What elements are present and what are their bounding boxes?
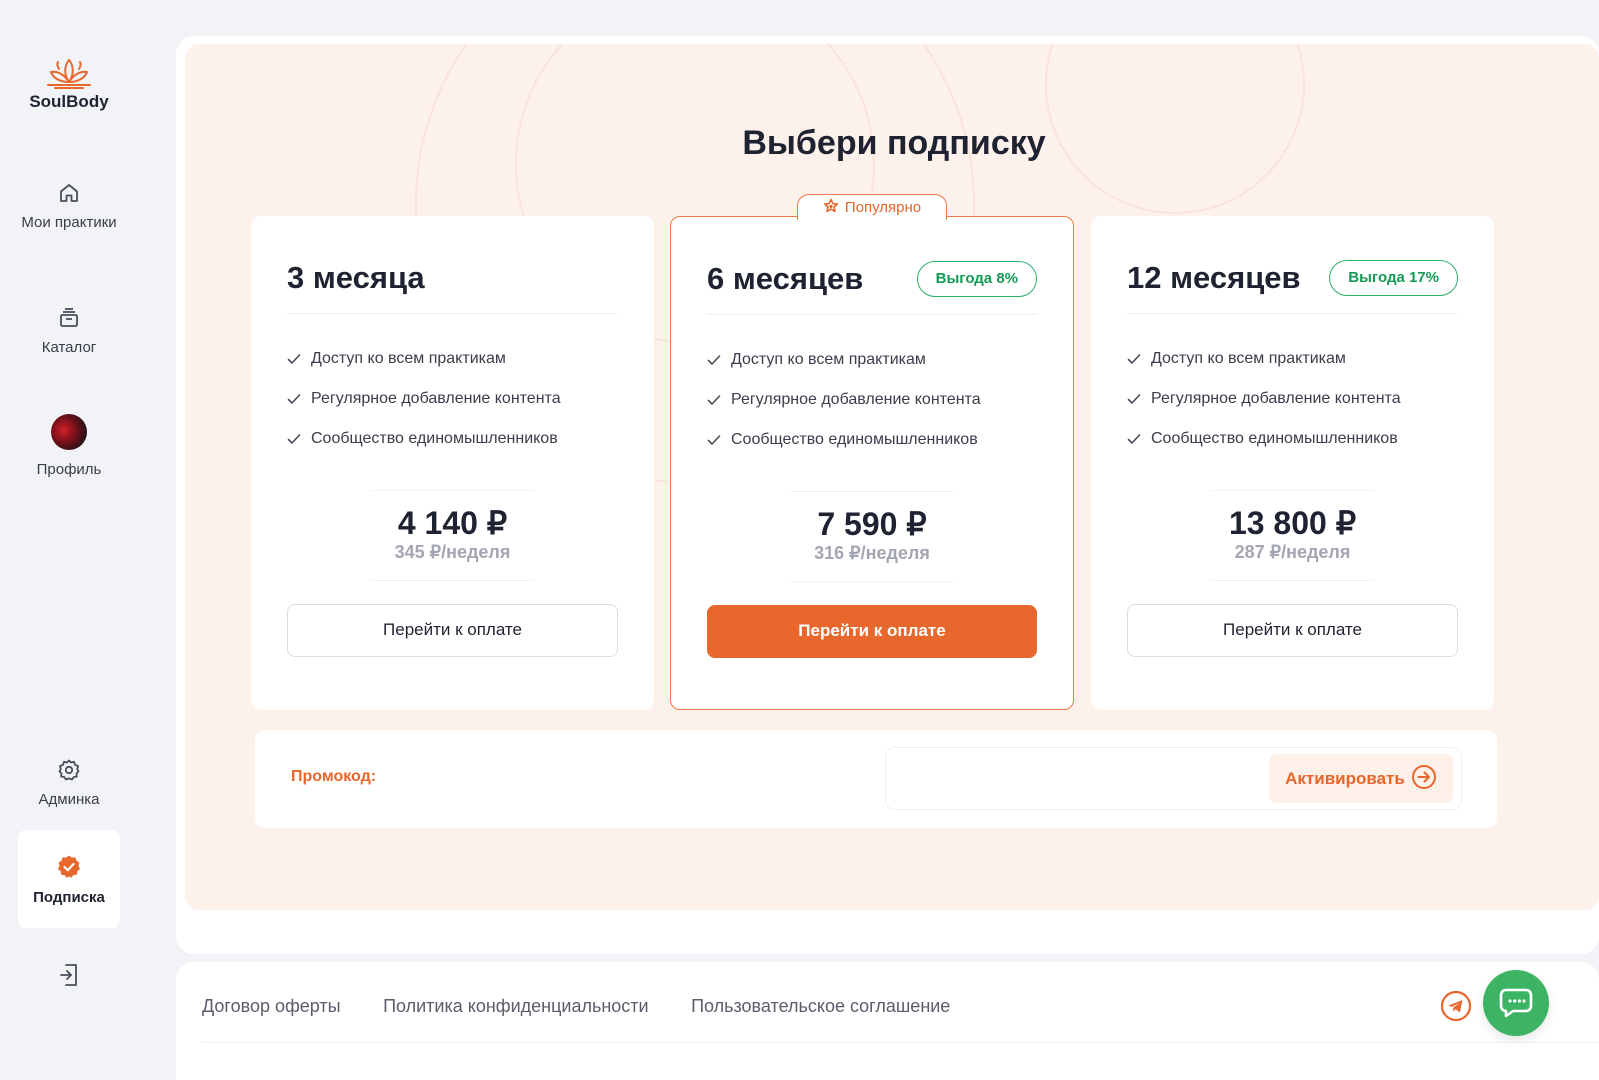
chat-icon [1499, 988, 1533, 1018]
sidebar-item-catalog[interactable]: Каталог [18, 306, 120, 357]
sidebar-item-label: Подписка [33, 889, 105, 906]
lotus-icon [47, 59, 91, 89]
footer-link-privacy[interactable]: Политика конфиденциальности [383, 996, 649, 1016]
divider [202, 1042, 1599, 1043]
feature-item: Сообщество единомышленников [707, 430, 981, 470]
page-title: Выбери подписку [742, 124, 1046, 162]
pay-button[interactable]: Перейти к оплате [287, 604, 618, 657]
pay-button[interactable]: Перейти к оплате [1127, 604, 1458, 657]
divider [1211, 490, 1374, 491]
promo-code-field: Активировать [885, 747, 1462, 810]
check-icon [287, 434, 301, 444]
plan-price-per-week: 345 ₽/неделя [394, 542, 511, 562]
plan-price-per-week: 287 ₽/неделя [1234, 542, 1351, 562]
sidebar-item-label: Профиль [36, 461, 102, 478]
plan-card-6-months: Популярно 6 месяцев Выгода 8% Доступ ко … [670, 194, 1074, 710]
footer: Договор оферты Политика конфиденциальнос… [176, 962, 1599, 1080]
sidebar-item-my-practices[interactable]: Мои практики [18, 181, 120, 232]
popular-tag: Популярно [797, 194, 947, 220]
check-icon [287, 394, 301, 404]
sidebar-item-label: Каталог [41, 339, 97, 356]
star-icon [823, 198, 838, 213]
subscription-section: Выбери подписку 3 месяца Доступ ко всем … [185, 44, 1599, 910]
divider [371, 490, 534, 491]
avatar [51, 414, 87, 450]
check-icon [1127, 394, 1141, 404]
footer-link-agreement[interactable]: Пользовательское соглашение [691, 996, 950, 1016]
verified-badge-icon [58, 855, 80, 878]
feature-item: Сообщество единомышленников [1127, 429, 1401, 469]
plan-price: 13 800 ₽ [1228, 505, 1357, 541]
sidebar: SoulBody Мои практики Каталог Профиль Ад… [0, 0, 138, 1080]
divider [707, 314, 1037, 315]
telegram-icon[interactable] [1440, 990, 1472, 1027]
sidebar-item-admin[interactable]: Админка [18, 758, 120, 809]
brand-name: SoulBody [29, 92, 109, 111]
divider [791, 491, 953, 492]
plan-card-12-months: 12 месяцев Выгода 17% Доступ ко всем пра… [1091, 216, 1494, 710]
logout-button[interactable] [18, 962, 120, 996]
check-icon [287, 354, 301, 364]
promo-code-input[interactable] [900, 758, 1260, 798]
catalog-icon [60, 308, 78, 327]
logo[interactable]: SoulBody [0, 56, 138, 112]
gear-icon [58, 759, 80, 781]
chat-button[interactable] [1483, 970, 1549, 1036]
divider [287, 313, 618, 314]
plan-card-3-months: 3 месяца Доступ ко всем практикам Регуля… [251, 216, 654, 710]
check-icon [707, 395, 721, 405]
plan-title: 6 месяцев [707, 261, 864, 296]
arrow-right-circle-icon [1411, 765, 1436, 789]
plan-price: 7 590 ₽ [817, 506, 927, 542]
promo-label: Промокод: [291, 768, 377, 785]
feature-item: Доступ ко всем практикам [707, 350, 981, 390]
sidebar-item-label: Админка [38, 791, 100, 808]
divider [1127, 313, 1458, 314]
plan-price: 4 140 ₽ [397, 505, 508, 541]
plan-title: 12 месяцев [1127, 260, 1301, 295]
divider [1211, 580, 1374, 581]
divider [371, 580, 534, 581]
discount-badge: Выгода 17% [1329, 260, 1458, 296]
discount-badge: Выгода 8% [916, 261, 1037, 297]
feature-item: Регулярное добавление контента [1127, 389, 1401, 429]
feature-list: Доступ ко всем практикам Регулярное доба… [707, 350, 981, 470]
divider [791, 581, 953, 582]
check-icon [707, 355, 721, 365]
feature-list: Доступ ко всем практикам Регулярное доба… [287, 349, 561, 469]
main-panel: Выбери подписку 3 месяца Доступ ко всем … [176, 36, 1599, 954]
sidebar-item-label: Мои практики [21, 214, 117, 231]
activate-button[interactable]: Активировать [1269, 754, 1453, 803]
check-icon [1127, 434, 1141, 444]
check-icon [1127, 354, 1141, 364]
plan-title: 3 месяца [287, 260, 425, 295]
footer-link-offer[interactable]: Договор оферты [202, 996, 341, 1016]
feature-item: Регулярное добавление контента [287, 389, 561, 429]
promo-code-block: Промокод: Активировать [255, 730, 1497, 828]
footer-links: Договор оферты Политика конфиденциальнос… [202, 996, 988, 1017]
feature-item: Сообщество единомышленников [287, 429, 561, 469]
feature-item: Регулярное добавление контента [707, 390, 981, 430]
feature-item: Доступ ко всем практикам [1127, 349, 1401, 389]
check-icon [707, 435, 721, 445]
sidebar-item-profile[interactable]: Профиль [18, 414, 120, 479]
feature-list: Доступ ко всем практикам Регулярное доба… [1127, 349, 1401, 469]
sidebar-item-subscription[interactable]: Подписка [18, 830, 120, 928]
pay-button[interactable]: Перейти к оплате [707, 605, 1037, 658]
plan-price-per-week: 316 ₽/неделя [814, 543, 930, 563]
home-icon [60, 184, 78, 202]
logout-icon [60, 964, 77, 986]
feature-item: Доступ ко всем практикам [287, 349, 561, 389]
